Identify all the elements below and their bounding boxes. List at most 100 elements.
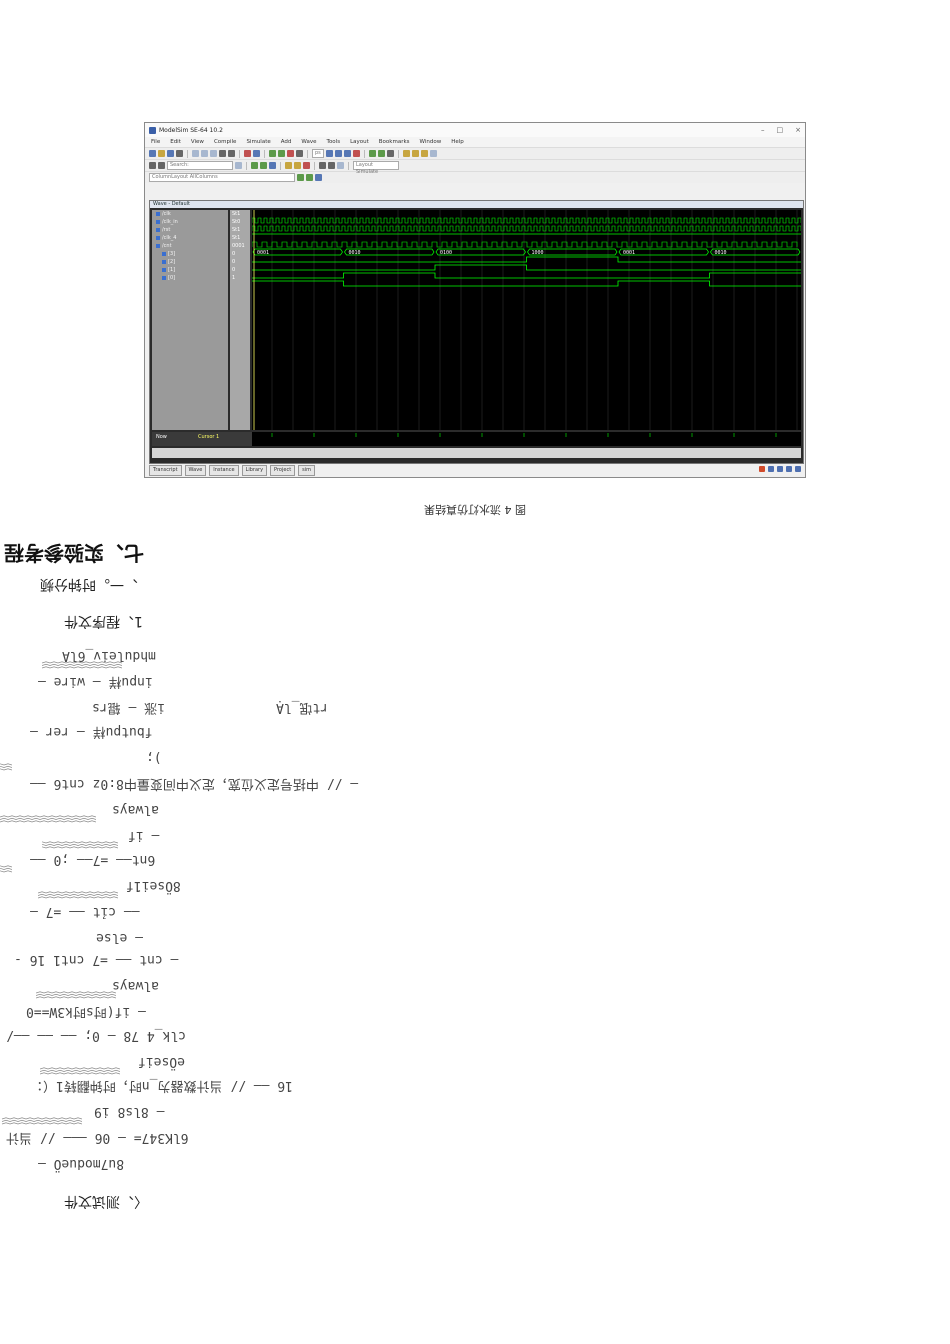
column-add-icon[interactable]: [297, 174, 304, 181]
menu-window[interactable]: Window: [420, 139, 442, 145]
restart-icon[interactable]: [296, 150, 303, 157]
minimize-icon[interactable]: –: [761, 126, 765, 134]
edge-prev-icon[interactable]: [319, 162, 326, 169]
new-icon[interactable]: [149, 150, 156, 157]
signal-row[interactable]: [0]: [152, 274, 228, 282]
document-line: always: [112, 802, 159, 817]
tab-wave[interactable]: Wave: [184, 465, 207, 476]
edge-next-icon[interactable]: [328, 162, 335, 169]
wavy-rule: [42, 661, 122, 669]
wave-remove-icon[interactable]: [377, 150, 385, 157]
signal-row[interactable]: [3]: [152, 250, 228, 258]
tab-instance[interactable]: Instance: [209, 465, 239, 476]
back-icon[interactable]: [149, 162, 156, 169]
signal-row[interactable]: /clk: [152, 210, 228, 218]
compile-icon[interactable]: [253, 150, 260, 157]
print-icon[interactable]: [176, 150, 183, 157]
signal-row[interactable]: /rst: [152, 226, 228, 234]
tab-sim[interactable]: sim: [298, 465, 316, 476]
tab-project[interactable]: Project: [270, 465, 296, 476]
edge-find-icon[interactable]: [337, 162, 344, 169]
wavy-rule: [0, 763, 12, 771]
break-icon[interactable]: [287, 150, 294, 157]
signal-row[interactable]: /cnt: [152, 242, 228, 250]
document-line: — else: [96, 930, 143, 945]
step-over-icon[interactable]: [334, 150, 342, 157]
wave-fit-icon[interactable]: [294, 162, 301, 169]
cursor-label[interactable]: Cursor 1: [198, 434, 219, 440]
signal-names-panel[interactable]: /clk /clk_in /rst /clk_4 /cnt [3] [2] [1…: [152, 210, 228, 430]
maximize-icon[interactable]: □: [777, 126, 784, 134]
search-input[interactable]: Search:: [167, 161, 233, 170]
cnt-bus-label: 0001: [257, 250, 269, 256]
bookmark-icon[interactable]: [269, 162, 276, 169]
cut-icon[interactable]: [192, 150, 199, 157]
column-config-icon[interactable]: [315, 174, 322, 181]
tray-clock-icon[interactable]: [795, 466, 801, 472]
zoom-full-icon[interactable]: [420, 150, 428, 157]
run-length-field[interactable]: ps: [312, 149, 324, 158]
signal-row[interactable]: [1]: [152, 266, 228, 274]
menu-wave[interactable]: Wave: [301, 139, 316, 145]
menu-layout[interactable]: Layout: [350, 139, 369, 145]
menu-file[interactable]: File: [151, 139, 160, 145]
save-icon[interactable]: [167, 150, 174, 157]
menu-compile[interactable]: Compile: [214, 139, 237, 145]
menu-simulate[interactable]: Simulate: [246, 139, 270, 145]
document-line: 6nt—— =7—— ;0 ——: [30, 852, 156, 867]
paste-icon[interactable]: [210, 150, 217, 157]
waveform-plot[interactable]: 0001 0010 0100 1000 0001 0010: [251, 210, 802, 430]
search-icon[interactable]: [235, 162, 242, 169]
wave-marker-icon[interactable]: [303, 162, 310, 169]
layout-dropdown[interactable]: Layout Simulate: [353, 161, 399, 175]
forward-icon[interactable]: [158, 162, 165, 169]
tab-transcript[interactable]: Transcript: [149, 465, 182, 476]
wave-cursor-icon[interactable]: [386, 150, 394, 157]
stop-icon[interactable]: [352, 150, 360, 157]
waveform-svg: 0001 0010 0100 1000 0001 0010: [251, 210, 802, 430]
menu-help[interactable]: Help: [451, 139, 464, 145]
column-remove-icon[interactable]: [306, 174, 313, 181]
open-icon[interactable]: [158, 150, 165, 157]
undo-icon[interactable]: [219, 150, 226, 157]
run-icon[interactable]: [269, 150, 276, 157]
step-icon[interactable]: [325, 150, 333, 157]
tray-input-icon[interactable]: [786, 466, 792, 472]
document-line: rt氓_lẠ: [276, 700, 329, 715]
wavy-rule: [36, 991, 116, 999]
zoom-cursor-icon[interactable]: [429, 150, 437, 157]
horizontal-scrollbar[interactable]: [152, 448, 801, 458]
signal-row[interactable]: [2]: [152, 258, 228, 266]
redo-icon[interactable]: [228, 150, 235, 157]
menu-bookmarks[interactable]: Bookmarks: [379, 139, 410, 145]
zoom-in-icon[interactable]: [402, 150, 410, 157]
signal-name: /clk: [162, 211, 171, 217]
edit-icon[interactable]: [251, 162, 258, 169]
wave-add-icon[interactable]: [368, 150, 376, 157]
menu-tools[interactable]: Tools: [327, 139, 341, 145]
copy-icon[interactable]: [201, 150, 208, 157]
tray-volume-icon[interactable]: [777, 466, 783, 472]
zoom-out-icon[interactable]: [411, 150, 419, 157]
step-out-icon[interactable]: [343, 150, 351, 157]
tray-network-icon[interactable]: [768, 466, 774, 472]
menu-view[interactable]: View: [191, 139, 204, 145]
menu-edit[interactable]: Edit: [170, 139, 181, 145]
cnt-bit-wave: [252, 256, 801, 263]
document-line: eÖseif: [138, 1054, 185, 1069]
tray-app-icon[interactable]: [759, 466, 765, 472]
column-layout-select[interactable]: ColumnLayout AllColumns: [149, 173, 295, 182]
menu-add[interactable]: Add: [281, 139, 292, 145]
wave-zoom-icon[interactable]: [285, 162, 292, 169]
tab-library[interactable]: Library: [241, 465, 268, 476]
format-icon[interactable]: [260, 162, 267, 169]
signal-row[interactable]: /clk_4: [152, 234, 228, 242]
cnt-bus-label: 0010: [349, 250, 361, 256]
run-all-icon[interactable]: [278, 150, 285, 157]
signal-value: St1: [232, 211, 241, 217]
signal-value: 0: [232, 259, 236, 265]
find-icon[interactable]: [244, 150, 251, 157]
modelsim-icon: [149, 126, 156, 134]
signal-row[interactable]: /clk_in: [152, 218, 228, 226]
close-icon[interactable]: ×: [795, 126, 801, 134]
